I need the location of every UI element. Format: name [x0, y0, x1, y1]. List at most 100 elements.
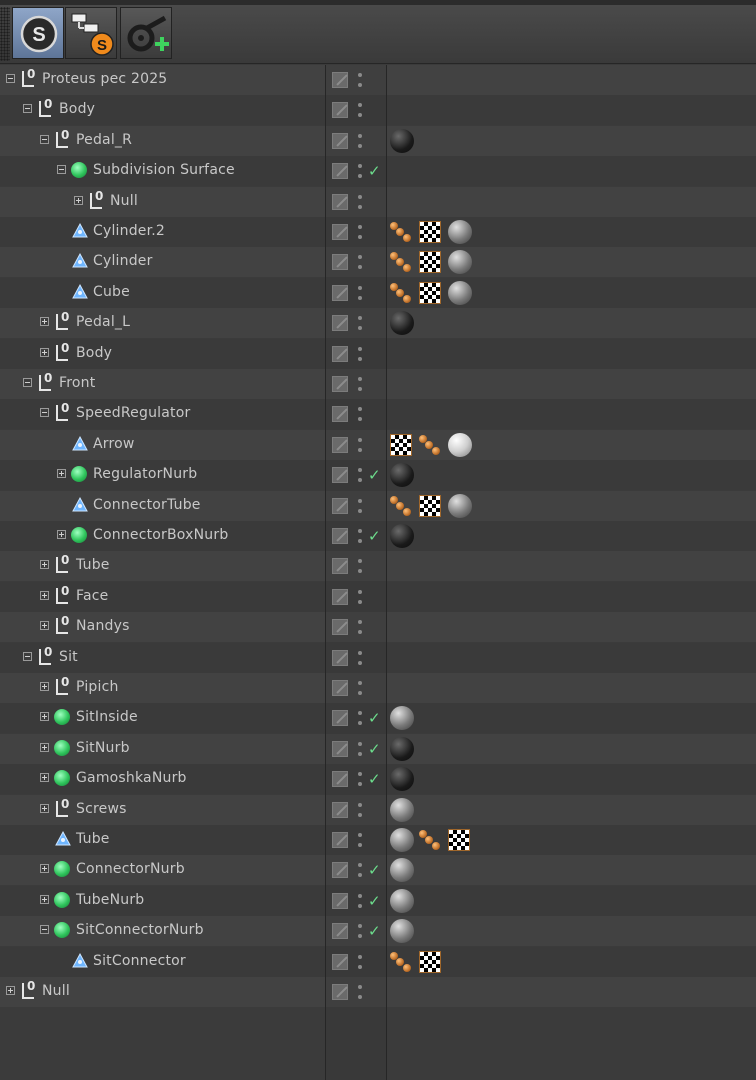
- visibility-dots-icon[interactable]: [357, 589, 363, 606]
- object-name[interactable]: Pedal_L: [76, 314, 130, 330]
- layer-edit-icon[interactable]: [332, 72, 348, 88]
- layer-edit-icon[interactable]: [332, 497, 348, 514]
- tree-row[interactable]: SitConnector: [0, 946, 756, 977]
- expand-toggle-icon[interactable]: [40, 590, 49, 600]
- object-name[interactable]: SitConnectorNurb: [76, 922, 204, 938]
- tree-row[interactable]: 0 Front: [0, 369, 756, 399]
- enabled-check-icon[interactable]: ✓: [368, 892, 381, 910]
- object-name[interactable]: Cylinder: [93, 253, 153, 269]
- tree-row[interactable]: 0 Pedal_R: [0, 125, 756, 156]
- layer-edit-icon[interactable]: [332, 284, 348, 301]
- object-name[interactable]: Null: [110, 193, 138, 209]
- phong-tag-icon[interactable]: [419, 433, 443, 457]
- layer-edit-icon[interactable]: [332, 376, 348, 392]
- tree-row[interactable]: RegulatorNurb ✓: [0, 460, 756, 491]
- collapse-toggle-icon[interactable]: [57, 165, 66, 175]
- add-camera-button[interactable]: [120, 7, 172, 59]
- layer-edit-icon[interactable]: [332, 528, 348, 544]
- object-name[interactable]: Nandys: [76, 618, 130, 634]
- visibility-dots-icon[interactable]: [357, 346, 363, 363]
- layer-edit-icon[interactable]: [332, 953, 348, 970]
- tree-row[interactable]: 0 Pipich: [0, 673, 756, 703]
- tree-row[interactable]: SitInside ✓: [0, 703, 756, 734]
- tree-row[interactable]: 0 Body: [0, 95, 756, 126]
- visibility-dots-icon[interactable]: [357, 862, 363, 879]
- tree-row[interactable]: TubeNurb ✓: [0, 885, 756, 916]
- layer-edit-icon[interactable]: [332, 588, 348, 605]
- expand-toggle-icon[interactable]: [40, 347, 49, 357]
- phong-tag-icon[interactable]: [390, 250, 414, 274]
- visibility-dots-icon[interactable]: [357, 437, 363, 454]
- layer-edit-icon[interactable]: [332, 193, 348, 210]
- material-tag-icon[interactable]: [390, 828, 414, 852]
- tree-row[interactable]: Cube: [0, 277, 756, 308]
- layer-edit-icon[interactable]: [332, 771, 348, 788]
- enabled-check-icon[interactable]: ✓: [368, 740, 381, 758]
- layer-edit-icon[interactable]: [332, 345, 348, 362]
- tree-row[interactable]: 0 Nandys: [0, 612, 756, 643]
- expand-toggle-icon[interactable]: [40, 560, 49, 570]
- uvw-texture-tag-icon[interactable]: [390, 433, 412, 456]
- layer-edit-icon[interactable]: [332, 315, 348, 332]
- phong-tag-icon[interactable]: [390, 494, 414, 518]
- object-name[interactable]: Cube: [93, 284, 130, 300]
- hierarchy-s-button[interactable]: S: [65, 7, 117, 59]
- layer-edit-icon[interactable]: [332, 224, 348, 240]
- layer-edit-icon[interactable]: [332, 436, 348, 453]
- collapse-toggle-icon[interactable]: [23, 378, 32, 387]
- object-name[interactable]: ConnectorTube: [93, 497, 201, 513]
- object-name[interactable]: Body: [76, 345, 112, 361]
- tree-row[interactable]: 0 Face: [0, 581, 756, 612]
- visibility-dots-icon[interactable]: [357, 680, 363, 697]
- object-name[interactable]: Null: [42, 983, 70, 999]
- visibility-dots-icon[interactable]: [357, 954, 363, 971]
- column-divider-right[interactable]: [386, 65, 387, 1080]
- enabled-check-icon[interactable]: ✓: [368, 861, 381, 879]
- material-tag-icon[interactable]: [448, 493, 472, 518]
- layer-edit-icon[interactable]: [332, 680, 348, 696]
- visibility-dots-icon[interactable]: [357, 285, 363, 302]
- enabled-check-icon[interactable]: ✓: [368, 770, 381, 788]
- object-name[interactable]: Arrow: [93, 436, 135, 452]
- object-name[interactable]: Subdivision Surface: [93, 162, 235, 178]
- visibility-dots-icon[interactable]: [357, 893, 363, 910]
- tree-row[interactable]: GamoshkaNurb ✓: [0, 764, 756, 795]
- material-tag-icon[interactable]: [448, 280, 472, 305]
- visibility-dots-icon[interactable]: [357, 376, 363, 393]
- object-name[interactable]: SpeedRegulator: [76, 405, 190, 421]
- material-tag-icon[interactable]: [448, 432, 472, 457]
- enabled-check-icon[interactable]: ✓: [368, 709, 381, 727]
- uvw-texture-tag-icon[interactable]: [419, 221, 441, 243]
- material-tag-icon[interactable]: [390, 797, 414, 822]
- object-name[interactable]: Tube: [76, 557, 110, 573]
- tree-row[interactable]: Cylinder.2: [0, 217, 756, 247]
- object-name[interactable]: Sit: [59, 649, 78, 665]
- object-name[interactable]: Pipich: [76, 679, 119, 695]
- uvw-texture-tag-icon[interactable]: [419, 251, 441, 274]
- phong-tag-icon[interactable]: [390, 281, 414, 305]
- expand-toggle-icon[interactable]: [57, 469, 66, 479]
- enabled-check-icon[interactable]: ✓: [368, 922, 381, 940]
- layer-edit-icon[interactable]: [332, 740, 348, 757]
- visibility-dots-icon[interactable]: [357, 254, 363, 271]
- visibility-dots-icon[interactable]: [357, 224, 363, 241]
- material-tag-icon[interactable]: [390, 888, 414, 913]
- tree-row[interactable]: Tube: [0, 825, 756, 855]
- object-name[interactable]: SitConnector: [93, 953, 186, 969]
- layer-edit-icon[interactable]: [332, 132, 348, 149]
- expand-toggle-icon[interactable]: [6, 986, 15, 995]
- expand-toggle-icon[interactable]: [40, 712, 49, 722]
- object-name[interactable]: Tube: [76, 831, 110, 847]
- expand-toggle-icon[interactable]: [40, 864, 49, 874]
- material-tag-icon[interactable]: [390, 736, 414, 761]
- uvw-texture-tag-icon[interactable]: [448, 829, 470, 851]
- tree-row[interactable]: 0 Sit: [0, 642, 756, 673]
- material-tag-icon[interactable]: [390, 767, 414, 792]
- tree-row[interactable]: SitConnectorNurb ✓: [0, 916, 756, 947]
- visibility-dots-icon[interactable]: [357, 984, 363, 1001]
- expand-toggle-icon[interactable]: [40, 621, 49, 631]
- expand-toggle-icon[interactable]: [40, 773, 49, 783]
- uvw-texture-tag-icon[interactable]: [419, 494, 441, 517]
- layer-edit-icon[interactable]: [332, 102, 348, 119]
- object-name[interactable]: Body: [59, 101, 95, 117]
